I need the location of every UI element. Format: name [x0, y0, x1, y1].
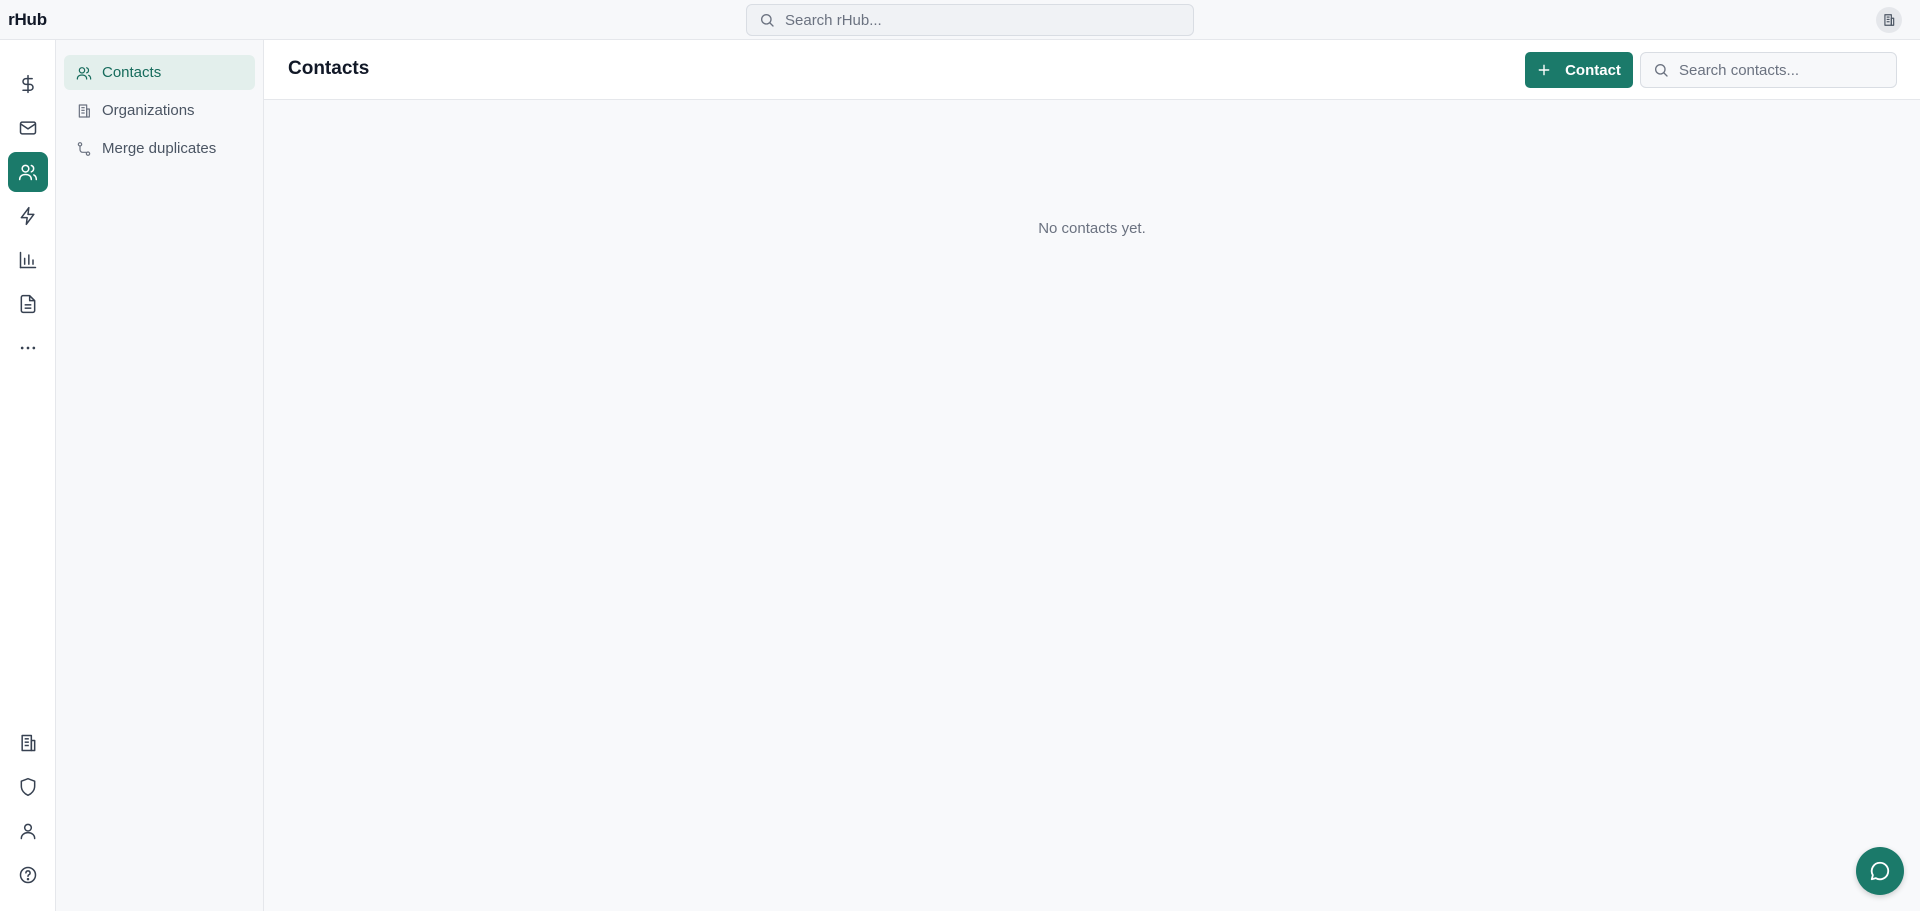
subnav-item-label: Organizations: [102, 102, 195, 119]
merge-icon: [77, 141, 91, 156]
rail-help-button[interactable]: [8, 855, 48, 895]
app-root: rHub Search rHub... Contacts Organizatio…: [0, 0, 1920, 911]
brand-logo[interactable]: rHub: [0, 0, 55, 40]
plus-icon: [1538, 64, 1550, 76]
mail-icon: [19, 121, 37, 135]
global-search[interactable]: [746, 4, 1194, 36]
rail-automation-button[interactable]: [8, 196, 48, 236]
rail-contacts-button[interactable]: [8, 152, 48, 192]
chat-button[interactable]: [1856, 847, 1904, 895]
help-icon: [19, 866, 37, 884]
empty-state-message: No contacts yet.: [1038, 220, 1146, 237]
building-icon: [1884, 14, 1895, 26]
contact-search-input[interactable]: [1679, 61, 1889, 79]
global-search-input[interactable]: [785, 11, 1185, 29]
building-icon: [78, 103, 90, 118]
subnav-item-label: Contacts: [102, 64, 162, 81]
rail-more-button[interactable]: [8, 328, 48, 368]
rail-profile-button[interactable]: [8, 811, 48, 851]
contacts-subnav: Contacts Organizations Merge duplicates: [56, 40, 264, 911]
users-icon: [18, 164, 38, 181]
rail-reports-button[interactable]: [8, 240, 48, 280]
rail-documents-button[interactable]: [8, 284, 48, 324]
rail-mail-button[interactable]: [8, 108, 48, 148]
chat-icon: [1870, 861, 1890, 881]
search-icon: [1655, 63, 1668, 77]
users-icon: [76, 66, 92, 80]
icon-rail: [0, 40, 56, 911]
dollar-icon: [22, 74, 34, 94]
user-icon: [20, 823, 36, 840]
add-contact-button[interactable]: Contact: [1525, 52, 1633, 88]
search-icon: [761, 14, 774, 27]
top-bar: rHub: [0, 0, 1920, 40]
subnav-item-merge-duplicates[interactable]: Merge duplicates: [64, 131, 255, 166]
more-icon: [20, 346, 36, 350]
org-avatar[interactable]: [1876, 7, 1902, 33]
shield-icon: [20, 777, 36, 797]
main-content: Contacts Contact No contacts yet.: [264, 40, 1920, 911]
rail-organization-button[interactable]: [8, 723, 48, 763]
bar-chart-icon: [19, 251, 37, 269]
lightning-icon: [20, 206, 35, 226]
rail-sales-button[interactable]: [8, 64, 48, 104]
document-icon: [20, 294, 36, 314]
subnav-item-contacts[interactable]: Contacts: [64, 55, 255, 90]
building-icon: [21, 734, 36, 752]
subnav-item-label: Merge duplicates: [102, 140, 217, 157]
add-contact-label: Contact: [1565, 61, 1621, 79]
rail-security-button[interactable]: [8, 767, 48, 807]
page-title: Contacts: [288, 58, 370, 79]
main-header: Contacts Contact: [264, 40, 1920, 100]
contact-search[interactable]: [1640, 52, 1897, 88]
subnav-item-organizations[interactable]: Organizations: [64, 93, 255, 128]
